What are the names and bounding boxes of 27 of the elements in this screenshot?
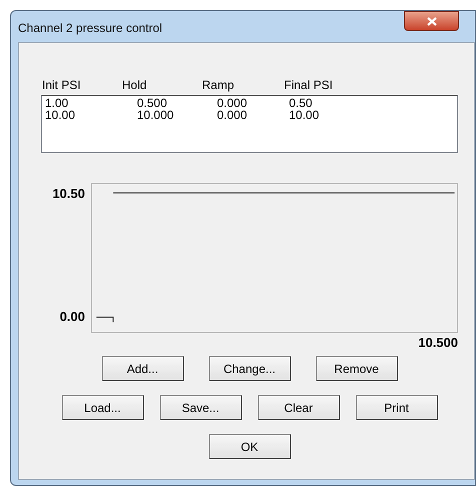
list-cell-text: 10.00 [45, 109, 76, 121]
column-header: Init PSI [42, 78, 82, 94]
y-axis-min-label: 0.00 [60, 309, 85, 324]
list-cell-text: 10.00 [289, 109, 320, 121]
dialog-button[interactable]: Remove [316, 356, 398, 381]
list-cell-text: 0.000 [216, 97, 248, 109]
window-title: Channel 2 pressure control [18, 20, 162, 34]
list-cell-text: 0.500 [136, 97, 168, 109]
pressure-step-list[interactable]: 1.00 0.500 0.000 0.50 10.00 10.000 0.000 10.00 [41, 95, 458, 153]
column-header: Ramp [202, 78, 236, 94]
list-cell-text: 10.000 [136, 109, 175, 121]
y-axis-max-label: 10.50 [52, 186, 85, 201]
column-header: Final PSI [284, 78, 334, 94]
close-button[interactable] [404, 11, 459, 31]
dialog-button[interactable]: Change... [208, 356, 290, 381]
dialog-button[interactable]: OK [208, 434, 290, 459]
dialog-button[interactable]: Save... [160, 395, 242, 420]
list-cell-text: 0.50 [289, 97, 314, 109]
dialog-button[interactable]: Add... [102, 356, 184, 381]
x-axis-max-label: 10.500 [417, 335, 458, 350]
list-cell-text: 1.00 [45, 97, 70, 109]
close-icon [426, 16, 436, 26]
column-header: Hold [122, 78, 148, 94]
dialog-button[interactable]: Clear [258, 395, 340, 420]
dialog-button[interactable]: Print [356, 395, 438, 420]
list-cell-text: 0.000 [216, 109, 248, 121]
dialog-button[interactable]: Load... [62, 395, 144, 420]
